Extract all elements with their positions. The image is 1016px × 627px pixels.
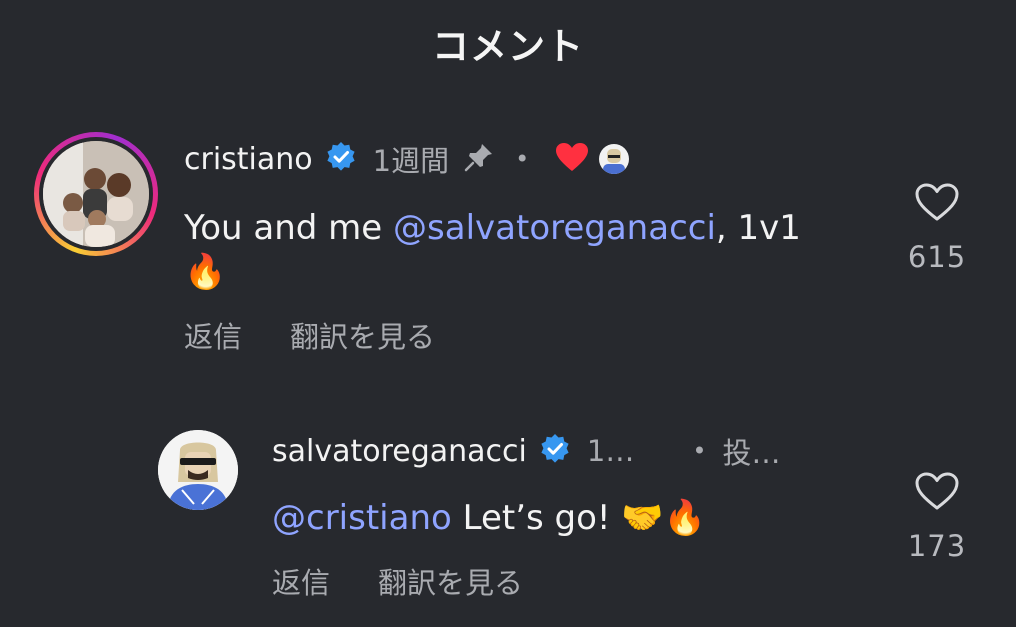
verified-badge-icon (325, 141, 357, 177)
comments-sheet: コメント cristiano 1週間 • You and me @salvato… (0, 0, 1016, 627)
like-control: 615 (897, 182, 977, 274)
mention-link[interactable]: @cristiano (272, 498, 452, 538)
comment-text: You and me @salvatoreganacci, 1v1 (184, 208, 801, 248)
family-photo-icon (43, 141, 149, 247)
mention-link[interactable]: @salvatoreganacci (393, 208, 716, 248)
author-avatar-mini (599, 144, 630, 174)
posted-label: 投… (722, 436, 781, 470)
reply-button[interactable]: 返信 (272, 560, 330, 602)
avatar[interactable] (158, 430, 238, 510)
verified-badge-icon (539, 433, 571, 469)
like-heart-icon[interactable] (914, 182, 960, 226)
like-count: 173 (907, 529, 967, 563)
like-control: 173 (897, 471, 977, 563)
like-heart-icon[interactable] (914, 471, 960, 515)
avatar[interactable] (34, 132, 158, 256)
separator-dot: • (515, 145, 530, 173)
see-translation-button[interactable]: 翻訳を見る (378, 560, 523, 602)
comment-text-emoji: 🔥 (184, 252, 227, 292)
reply-button[interactable]: 返信 (184, 314, 242, 356)
page-title: コメント (432, 25, 584, 68)
pin-icon (463, 141, 495, 177)
cartoon-avatar-icon (158, 430, 238, 510)
avatar-photo (43, 141, 149, 247)
comment-time: 1週間 (372, 144, 450, 178)
comment-username[interactable]: salvatoreganacci (272, 434, 527, 469)
like-count: 615 (907, 240, 967, 274)
heart-icon (555, 142, 589, 176)
comment-username[interactable]: cristiano (184, 142, 313, 177)
comment-time: 1… (586, 434, 635, 468)
see-translation-button[interactable]: 翻訳を見る (290, 314, 435, 356)
separator-dot: • (692, 437, 707, 465)
comment-text: @cristiano Let’s go! 🤝🔥 (272, 498, 707, 538)
